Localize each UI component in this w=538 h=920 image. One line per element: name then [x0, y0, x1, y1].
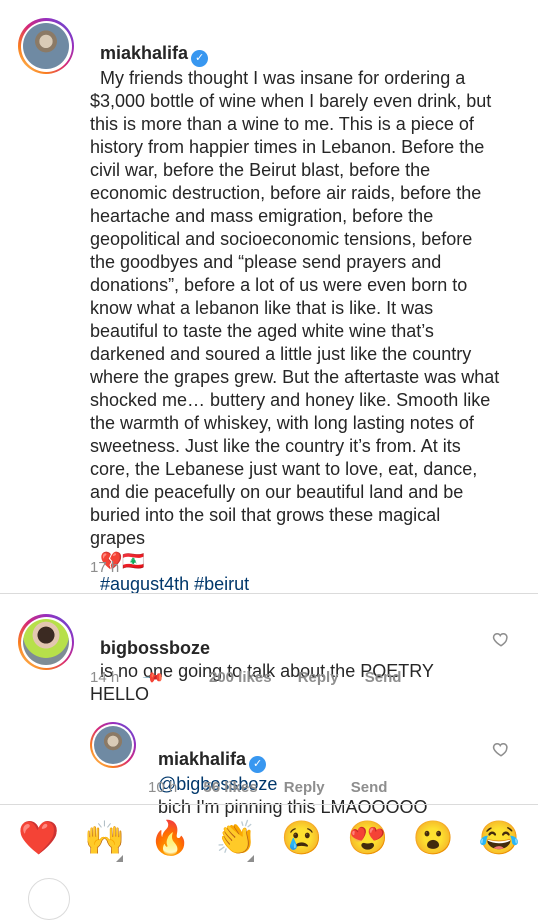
verified-badge-icon: ✓ [191, 50, 209, 67]
post-username[interactable]: miakhalifa [100, 43, 188, 63]
comment-like-heart-icon[interactable] [492, 630, 510, 648]
post-caption: miakhalifa ✓ My friends thought I was ins… [90, 19, 500, 596]
fire-emoji-icon[interactable]: 🔥 [146, 814, 194, 862]
caption-hashtags[interactable]: #august4th #beirut [100, 574, 249, 594]
comment-body: bigbossboze is no one going to talk abou… [90, 614, 480, 706]
reply-meta: 10 h 56 likes Reply Send [148, 779, 409, 796]
reply-like-heart-icon[interactable] [492, 740, 510, 758]
comment-reply-button[interactable]: Reply [298, 669, 339, 686]
raised-hands-emoji-icon[interactable]: 🙌 [81, 814, 129, 862]
crying-face-emoji-icon[interactable]: 😢 [278, 814, 326, 862]
comment-send-button[interactable]: Send [365, 669, 402, 686]
post-meta: 17 h [90, 559, 141, 576]
reply-username[interactable]: miakhalifa [158, 749, 246, 769]
comment-time: 14 h [90, 669, 120, 686]
comment-avatar[interactable] [18, 614, 74, 670]
profile-picture [94, 726, 132, 764]
caption-divider [0, 593, 538, 594]
reply-avatar[interactable] [90, 722, 136, 768]
emoji-reaction-bar: ❤️ 🙌 🔥 👏 😢 😍 😮 😂 [0, 808, 538, 868]
profile-picture [23, 23, 69, 69]
comment-likes[interactable]: 200 likes [209, 669, 272, 686]
surprised-face-emoji-icon[interactable]: 😮 [409, 814, 457, 862]
profile-picture [23, 619, 69, 665]
caption-text: My friends thought I was insane for orde… [90, 68, 505, 548]
post-avatar[interactable] [18, 18, 74, 74]
comment-meta: 14 h 📌 200 likes Reply Send [90, 665, 423, 689]
comment-composer-avatar-edge [28, 878, 70, 920]
tears-of-joy-emoji-icon[interactable]: 😂 [475, 814, 523, 862]
reply-likes[interactable]: 56 likes [203, 779, 257, 796]
red-heart-emoji-icon[interactable]: ❤️ [15, 814, 63, 862]
emoji-bar-divider [0, 804, 538, 805]
reply-time: 10 h [148, 779, 178, 796]
verified-badge-icon: ✓ [249, 756, 267, 773]
post-time: 17 h [90, 559, 120, 576]
reply-reply-button[interactable]: Reply [284, 779, 325, 796]
heart-eyes-emoji-icon[interactable]: 😍 [344, 814, 392, 862]
comment-username[interactable]: bigbossboze [100, 638, 210, 658]
reply-send-button[interactable]: Send [351, 779, 388, 796]
clapping-hands-emoji-icon[interactable]: 👏 [212, 814, 260, 862]
